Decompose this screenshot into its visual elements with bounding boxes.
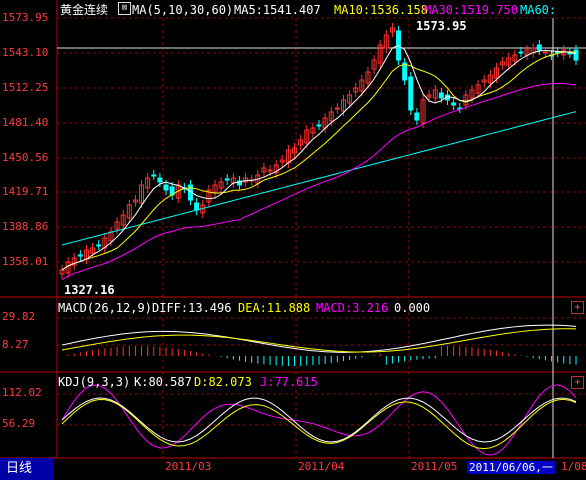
low-price-label: 1327.16 <box>64 283 115 297</box>
x-axis-label: 2011/05 <box>411 460 458 473</box>
candle-body <box>224 178 230 181</box>
candle-body <box>267 169 273 172</box>
macd-diff-value: DIFF:13.496 <box>152 301 232 315</box>
y-tick: 1419.71 <box>2 185 49 198</box>
ma60-line <box>61 111 577 246</box>
candle-body <box>194 202 200 211</box>
candle-body <box>151 174 157 177</box>
x-axis-label: 2011/03 <box>165 460 212 473</box>
ma-params: MA(5,10,30,60) <box>132 3 234 17</box>
macd-y-tick: 8.27 <box>2 338 29 351</box>
ma5-line <box>61 45 577 271</box>
candle-body <box>451 102 457 106</box>
cursor-date-label: 2011/06/06,一 <box>467 461 555 474</box>
candle-body <box>573 49 579 61</box>
kdj-j-value: J:77.615 <box>260 375 318 389</box>
kline-window: 黄金连续 ⊠ MA(5,10,30,60) MA5:1541.407 MA10:… <box>0 0 586 480</box>
ma30-line <box>61 82 577 281</box>
y-tick: 1543.10 <box>2 46 49 59</box>
kline-chart-canvas[interactable] <box>0 0 586 480</box>
candle-body <box>408 76 414 111</box>
kdj-k-value: K:80.587 <box>134 375 192 389</box>
x-axis-tail-label: 1/08 <box>561 460 586 473</box>
ma60-value: MA60: <box>520 3 557 17</box>
macd-y-tick: 29.82 <box>2 310 36 323</box>
candle-body <box>96 244 102 247</box>
high-price-label: 1573.95 <box>416 19 467 33</box>
kdj-k-line <box>61 397 577 443</box>
y-tick: 1388.86 <box>2 220 49 233</box>
kdj-y-tick: 112.02 <box>2 386 42 399</box>
candle-body <box>414 112 420 121</box>
macd-expand-button[interactable]: + <box>571 301 584 314</box>
candle-body <box>542 51 548 54</box>
ma10-line <box>61 51 577 271</box>
ma10-value: MA10:1536.158 <box>334 3 428 17</box>
candle-body <box>334 107 340 110</box>
y-tick: 1573.95 <box>2 11 49 24</box>
candle-body <box>402 62 408 81</box>
candle-body <box>316 124 322 127</box>
y-tick: 1512.25 <box>2 81 49 94</box>
macd-diff-line <box>61 324 577 353</box>
candle-body <box>438 92 444 99</box>
kdj-d-value: D:82.073 <box>194 375 252 389</box>
macd-extra-value: 0.000 <box>394 301 431 315</box>
candle-body <box>77 254 83 257</box>
kdj-title: KDJ(9,3,3) <box>58 375 131 389</box>
candle-body <box>157 177 163 183</box>
kdj-expand-button[interactable]: + <box>571 376 584 389</box>
macd-hist-value: MACD:3.216 <box>316 301 389 315</box>
y-tick: 1358.01 <box>2 255 49 268</box>
ma5-value: MA5:1541.407 <box>234 3 321 17</box>
candle-body <box>163 184 169 191</box>
kdj-y-tick: 56.29 <box>2 417 36 430</box>
macd-title: MACD(26,12,9) <box>58 301 152 315</box>
candle-body <box>536 44 542 51</box>
y-tick: 1450.56 <box>2 151 49 164</box>
kdj-d-line <box>61 398 577 450</box>
indicator-switch-icon[interactable]: ⊠ <box>118 2 131 15</box>
macd-dea-value: DEA:11.888 <box>238 301 311 315</box>
x-axis-label: 2011/04 <box>298 460 345 473</box>
ma30-value: MA30:1519.750 <box>424 3 518 17</box>
period-tab-daily[interactable]: 日线 <box>0 458 54 480</box>
candle-body <box>518 51 524 54</box>
y-tick: 1481.40 <box>2 116 49 129</box>
symbol-name: 黄金连续 <box>60 3 109 17</box>
